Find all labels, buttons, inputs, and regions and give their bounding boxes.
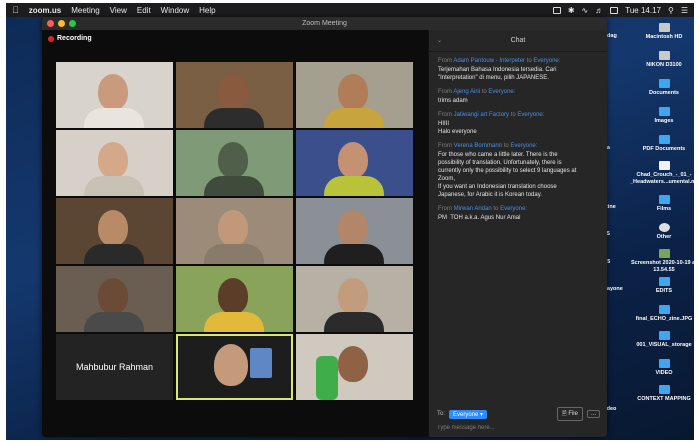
to-label: To: [437,411,446,417]
participant-video-tile[interactable] [176,62,293,128]
menu-app-name[interactable]: zoom.us [29,6,61,15]
menu-view[interactable]: View [110,6,127,15]
chat-message: From Jatiwangi art Factory to Everyone: … [438,112,545,135]
control-center-icon[interactable]: ☰ [681,6,688,15]
chat-message-input[interactable] [437,425,600,431]
more-options-button[interactable]: ... [586,410,600,418]
volume-icon[interactable]: ♬ [595,6,603,15]
folder-icon [658,79,670,88]
chat-messages: From Adam Pantouw - Interpeter to Everyo… [429,52,607,222]
recipient-dropdown[interactable]: Everyone ▾ [449,409,488,419]
battery-icon[interactable] [610,6,619,14]
desktop-icon-visual-storage[interactable]: 001_VISUAL_storage [630,331,694,349]
folder-icon [658,107,670,116]
menu-clock[interactable]: Tue 14.17 [625,6,661,15]
message-sender: Verena Bornmann [453,143,503,149]
audio-file-icon [658,161,670,170]
desktop-icon-images[interactable]: Images [630,107,694,125]
close-window-button[interactable] [47,20,54,27]
participant-video-tile[interactable] [296,266,413,332]
message-sender: Ajeng Aini [453,89,481,95]
gallery-view: Recording Mahbubur Rahman [42,30,428,437]
participant-video-tile[interactable] [176,198,293,264]
participant-video-tile[interactable] [56,266,173,332]
participant-video-tile[interactable] [176,130,293,196]
desktop-icon-final-echo[interactable]: final_ECHO_zine.JPG [630,305,694,323]
participant-video-tile[interactable] [56,62,173,128]
file-button[interactable]: 🗎 File [556,407,583,421]
desktop-icon-mp3[interactable]: Chad_Crouch_-_01_-_Headwaters...umental.… [630,161,694,186]
window-title: Zoom Meeting [302,20,347,27]
wifi-icon[interactable]: ∿ [582,6,589,15]
external-drive-icon [658,51,670,60]
message-recipient: Everyone [488,89,514,95]
record-dot-icon [48,35,54,42]
folder-icon [658,135,670,144]
chat-message: From Adam Pantouw - Interpeter to Everyo… [438,58,561,81]
chevron-down-icon[interactable]: ⌄ [437,30,442,52]
desktop-icon-films[interactable]: Films [630,195,694,213]
desktop-icon-nikon[interactable]: NIKON D3100 [630,51,694,69]
participant-video-tile[interactable] [56,198,173,264]
desktop-icon-documents[interactable]: Documents [630,79,694,97]
desktop-icon-pdf-documents[interactable]: PDF Documents [630,135,694,153]
menu-meeting[interactable]: Meeting [71,6,99,15]
participant-video-tile[interactable] [296,334,413,400]
message-sender: Jatiwangi art Factory [453,112,510,118]
folder-icon [658,277,670,286]
participant-video-tile[interactable] [296,130,413,196]
chat-footer: To: Everyone ▾ 🗎 File ... [429,405,607,437]
desktop-icon-video[interactable]: VIDEO [630,359,694,377]
message-recipient: Everyone [510,143,536,149]
zoom-status-icon[interactable] [552,6,561,14]
desktop-icon-other[interactable]: Other [630,223,694,241]
fullscreen-window-button[interactable] [69,20,76,27]
folder-icon [658,385,670,394]
menu-help[interactable]: Help [199,6,215,15]
chat-message: From Ajeng Aini to Everyone: trims adam [438,89,516,104]
recording-indicator[interactable]: Recording [48,35,92,42]
menu-window[interactable]: Window [161,6,189,15]
participant-name-tile[interactable]: Mahbubur Rahman [56,334,173,400]
message-recipient: Everyone [533,58,559,64]
folder-icon [658,195,670,204]
message-sender: Adam Pantouw - Interpeter [453,58,526,64]
menu-bar:  zoom.us Meeting View Edit Window Help … [6,3,694,17]
hard-drive-icon [658,23,670,32]
chevron-down-icon: ▾ [480,411,484,418]
folder-icon [658,331,670,340]
zoom-meeting-window: Zoom Meeting Recording Mahbubur Rahman ⌄… [42,17,607,437]
participant-name: Mahbubur Rahman [75,362,154,372]
app-icon [658,223,670,232]
chat-message: From Mirwan Andan to Everyone: PM TOH a.… [438,206,528,221]
desktop-icon-edits[interactable]: EDITS [630,277,694,295]
desktop:  zoom.us Meeting View Edit Window Help … [6,3,694,440]
participant-video-tile[interactable] [176,266,293,332]
folder-icon [658,305,670,314]
window-titlebar[interactable]: Zoom Meeting [42,17,607,30]
apple-icon[interactable]:  [12,5,19,15]
minimize-window-button[interactable] [58,20,65,27]
chat-header: ⌄ Chat [429,30,607,52]
participant-video-tile[interactable] [56,130,173,196]
desktop-icon-macintosh-hd[interactable]: Macintosh HD [630,23,694,41]
bluetooth-icon[interactable]: ✱ [568,6,575,15]
desktop-icon-screenshot[interactable]: Screenshot 2020-10-19 at 13.54.55 [630,249,694,274]
message-recipient: Everyone [517,112,543,118]
participant-video-tile[interactable] [296,198,413,264]
file-icon: 🗎 [561,411,567,417]
image-file-icon [658,249,670,258]
chat-title: Chat [510,37,526,44]
participant-video-tile[interactable] [296,62,413,128]
spotlight-search-icon[interactable]: ⚲ [668,6,674,15]
chat-message: From Verena Bornmann to Everyone: For th… [438,143,577,198]
message-recipient: Everyone [500,206,526,212]
active-speaker-tile[interactable] [176,334,293,400]
chat-panel: ⌄ Chat From Adam Pantouw - Interpeter to… [428,30,607,437]
message-sender: Mirwan Andan [453,206,492,212]
menu-edit[interactable]: Edit [137,6,151,15]
desktop-icon-context-mapping[interactable]: CONTEXT MAPPING [630,385,694,403]
folder-icon [658,359,670,368]
